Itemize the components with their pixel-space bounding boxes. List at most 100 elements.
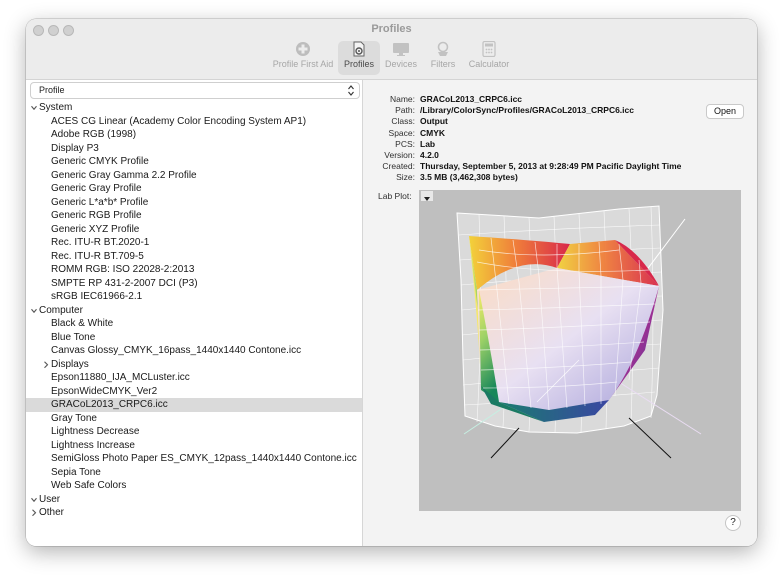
chevron-down-icon[interactable] bbox=[30, 493, 38, 507]
list-item[interactable]: Generic Gray Profile bbox=[26, 182, 362, 196]
list-item[interactable]: Sepia Tone bbox=[26, 466, 362, 480]
list-item[interactable]: Adobe RGB (1998) bbox=[26, 128, 362, 142]
item-label: Epson11880_IJA_MCLuster.icc bbox=[51, 372, 190, 383]
item-label: sRGB IEC61966-2.1 bbox=[51, 291, 143, 302]
item-label: Black & White bbox=[51, 318, 114, 329]
item-label: Lightness Decrease bbox=[51, 426, 140, 437]
list-item[interactable]: Generic Gray Gamma 2.2 Profile bbox=[26, 169, 362, 183]
toolbar-label: Devices bbox=[384, 59, 417, 69]
item-label: SemiGloss Photo Paper ES_CMYK_12pass_144… bbox=[51, 453, 357, 464]
profile-popup-button[interactable]: Profile bbox=[30, 82, 360, 99]
chevron-right-icon[interactable] bbox=[30, 506, 38, 520]
item-label: Generic L*a*b* Profile bbox=[51, 196, 149, 208]
list-item[interactable]: Generic XYZ Profile bbox=[26, 223, 362, 237]
list-item[interactable]: SMPTE RP 431-2-2007 DCI (P3) bbox=[26, 277, 362, 291]
help-button[interactable]: ? bbox=[725, 515, 741, 531]
item-label: Sepia Tone bbox=[51, 466, 101, 478]
toolbar-label: Profiles bbox=[343, 59, 374, 69]
item-label: Generic Gray Profile bbox=[51, 183, 142, 194]
triangle-down-icon bbox=[424, 197, 430, 201]
profiles-window: Profiles Profile First Aid Profiles Devi… bbox=[26, 19, 757, 546]
info-key: PCS: bbox=[395, 138, 415, 149]
toolbar-profiles[interactable]: Profiles bbox=[338, 41, 380, 75]
info-key: Space: bbox=[388, 127, 415, 138]
item-label: Rec. ITU-R BT.2020-1 bbox=[51, 237, 150, 248]
info-value: Lab bbox=[420, 138, 436, 149]
chevron-down-icon[interactable] bbox=[30, 101, 38, 115]
list-item[interactable]: Gray Tone bbox=[26, 412, 362, 426]
profile-list-pane: Profile System ACES CG Linear (Academy C… bbox=[26, 80, 363, 546]
info-name: Name: GRACoL2013_CRPC6.icc bbox=[363, 94, 757, 105]
item-label: Blue Tone bbox=[51, 331, 96, 343]
item-label: GRACoL2013_CRPC6.icc bbox=[51, 399, 168, 410]
item-label: SMPTE RP 431-2-2007 DCI (P3) bbox=[51, 277, 198, 289]
list-item[interactable]: Generic CMYK Profile bbox=[26, 155, 362, 169]
list-item[interactable]: EpsonWideCMYK_Ver2 bbox=[26, 385, 362, 399]
item-label: Generic Gray Gamma 2.2 Profile bbox=[51, 169, 197, 181]
item-label: Lightness Increase bbox=[51, 439, 135, 451]
info-space: Space: CMYK bbox=[363, 128, 757, 139]
group-system[interactable]: System bbox=[26, 101, 362, 115]
info-key: Path: bbox=[395, 105, 415, 116]
list-item[interactable]: Blue Tone bbox=[26, 331, 362, 345]
item-label: Gray Tone bbox=[51, 412, 97, 424]
group-user[interactable]: User bbox=[26, 493, 362, 507]
calculator-icon bbox=[482, 41, 496, 57]
item-label: Web Safe Colors bbox=[51, 480, 127, 491]
toolbar-label: Filters bbox=[430, 59, 456, 69]
chevron-down-icon[interactable] bbox=[30, 304, 38, 318]
info-created: Created: Thursday, September 5, 2013 at … bbox=[363, 161, 757, 172]
item-label: Canvas Glossy_CMYK_16pass_1440x1440 Cont… bbox=[51, 345, 302, 356]
list-item[interactable]: sRGB IEC61966-2.1 bbox=[26, 290, 362, 304]
info-value: GRACoL2013_CRPC6.icc bbox=[420, 94, 523, 104]
list-item[interactable]: Rec. ITU-R BT.709-5 bbox=[26, 250, 362, 264]
info-key: Created: bbox=[382, 161, 415, 172]
info-value: 3.5 MB (3,462,308 bytes) bbox=[420, 172, 518, 183]
list-item[interactable]: Lightness Increase bbox=[26, 439, 362, 453]
toolbar-label: Calculator bbox=[468, 59, 510, 69]
info-key: Size: bbox=[396, 172, 415, 183]
item-label: Generic CMYK Profile bbox=[51, 156, 149, 167]
filters-icon bbox=[437, 41, 449, 56]
popup-label: Profile bbox=[39, 85, 65, 95]
item-label: EpsonWideCMYK_Ver2 bbox=[51, 385, 158, 397]
item-label: Rec. ITU-R BT.709-5 bbox=[51, 250, 144, 262]
info-value: Output bbox=[420, 116, 448, 127]
list-item-displays-folder[interactable]: Displays bbox=[26, 358, 362, 372]
list-item[interactable]: Display P3 bbox=[26, 142, 362, 156]
updown-chevron-icon bbox=[348, 85, 354, 96]
toolbar: Profiles Profile First Aid Profiles Devi… bbox=[26, 19, 757, 80]
profiles-icon bbox=[353, 41, 365, 57]
list-item[interactable]: Rec. ITU-R BT.2020-1 bbox=[26, 236, 362, 250]
toolbar-filters[interactable]: Filters bbox=[426, 41, 460, 75]
info-value: 4.2.0 bbox=[420, 150, 439, 160]
toolbar-devices[interactable]: Devices bbox=[383, 41, 419, 75]
list-item[interactable]: Black & White bbox=[26, 317, 362, 331]
list-item[interactable]: Lightness Decrease bbox=[26, 425, 362, 439]
display-icon bbox=[393, 43, 409, 56]
lab-gamut-plot bbox=[456, 205, 702, 459]
plot-options-menu[interactable] bbox=[421, 191, 433, 201]
chevron-right-icon[interactable] bbox=[42, 358, 50, 372]
item-label: Displays bbox=[51, 358, 89, 370]
group-label: User bbox=[39, 493, 61, 505]
toolbar-calculator[interactable]: Calculator bbox=[467, 41, 511, 75]
lab-plot-view[interactable] bbox=[419, 190, 741, 511]
list-item[interactable]: Generic L*a*b* Profile bbox=[26, 196, 362, 210]
item-label: ACES CG Linear (Academy Color Encoding S… bbox=[51, 115, 307, 127]
list-item[interactable]: ROMM RGB: ISO 22028-2:2013 bbox=[26, 263, 362, 277]
item-label: Display P3 bbox=[51, 142, 99, 154]
list-item[interactable]: Web Safe Colors bbox=[26, 479, 362, 493]
info-version: Version: 4.2.0 bbox=[363, 150, 757, 161]
list-item-selected[interactable]: GRACoL2013_CRPC6.icc bbox=[26, 398, 362, 412]
list-item[interactable]: ACES CG Linear (Academy Color Encoding S… bbox=[26, 115, 362, 129]
group-other[interactable]: Other bbox=[26, 506, 362, 520]
list-item[interactable]: Epson11880_IJA_MCLuster.icc bbox=[26, 371, 362, 385]
open-button[interactable]: Open bbox=[706, 104, 744, 119]
list-item[interactable]: SemiGloss Photo Paper ES_CMYK_12pass_144… bbox=[26, 452, 362, 466]
list-item[interactable]: Canvas Glossy_CMYK_16pass_1440x1440 Cont… bbox=[26, 344, 362, 358]
window-title: Profiles bbox=[371, 23, 412, 35]
group-computer[interactable]: Computer bbox=[26, 304, 362, 318]
toolbar-profile-first-aid[interactable]: Profile First Aid bbox=[271, 41, 335, 75]
list-item[interactable]: Generic RGB Profile bbox=[26, 209, 362, 223]
